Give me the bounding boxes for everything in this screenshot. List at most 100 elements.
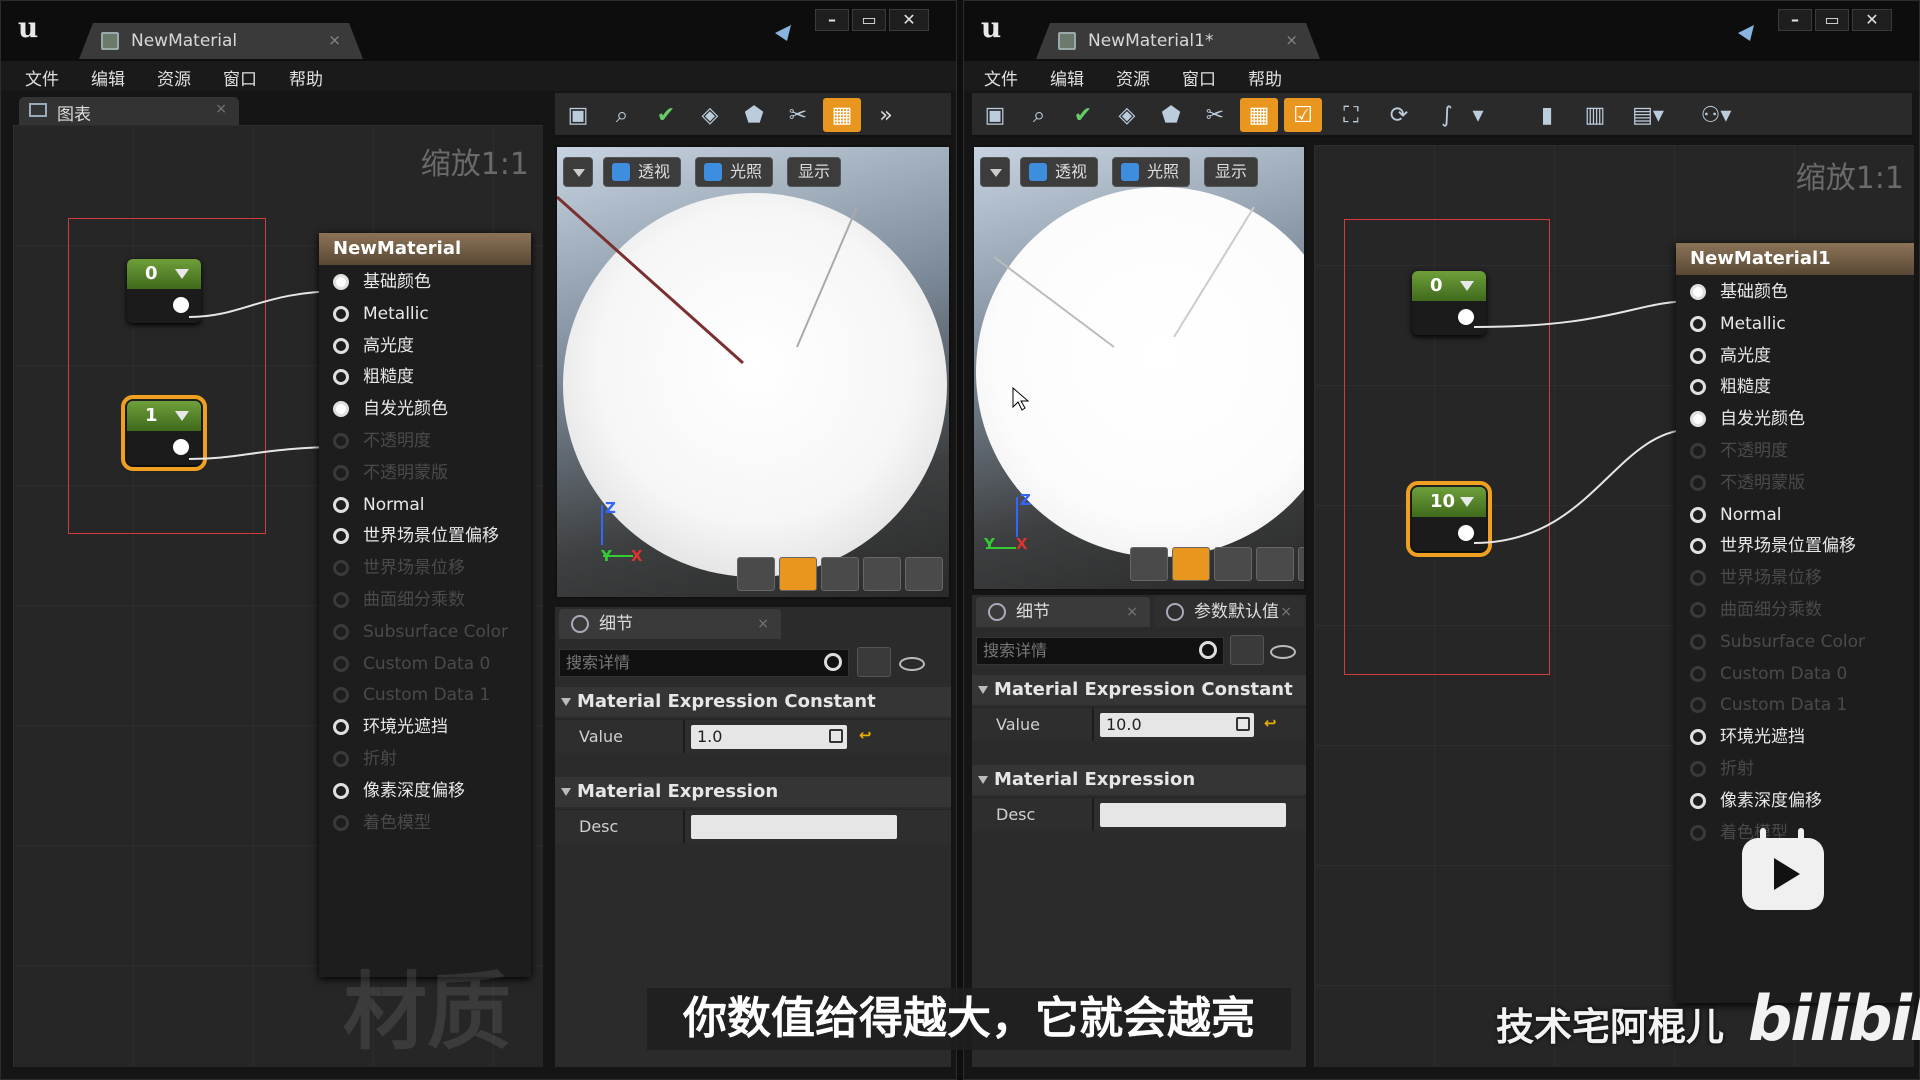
constant-node-0[interactable]: 0 <box>127 259 201 323</box>
column-divider[interactable] <box>1092 798 1094 831</box>
reset-to-default-icon[interactable]: ↩ <box>1264 714 1277 732</box>
minimize-button[interactable]: – <box>815 9 849 31</box>
material-input-pin[interactable]: 像素深度偏移 <box>1690 788 1822 814</box>
output-pin[interactable] <box>1458 309 1474 325</box>
sphere-shape-button[interactable] <box>1172 547 1210 581</box>
value-input[interactable]: 10.0 <box>1100 713 1254 737</box>
pin-circle-icon[interactable] <box>333 369 349 386</box>
live-update-button[interactable]: ⟳ <box>1380 98 1418 132</box>
eye-icon[interactable] <box>899 657 925 671</box>
material-input-pin[interactable]: 自发光颜色 <box>1690 406 1805 432</box>
parameter-tab-close-icon[interactable]: × <box>1280 597 1292 627</box>
mesh-shape-button[interactable] <box>905 557 943 591</box>
document-tab[interactable]: NewMaterial × <box>79 23 363 59</box>
document-tab[interactable]: NewMaterial1* × <box>1036 23 1320 59</box>
pin-circle-icon[interactable] <box>333 687 349 704</box>
output-pin[interactable] <box>173 439 189 455</box>
pin-circle-icon[interactable] <box>333 528 349 545</box>
menu-window[interactable]: 窗口 <box>1182 65 1216 90</box>
menu-asset[interactable]: 资源 <box>157 65 191 90</box>
home-button[interactable]: ⬟ <box>735 98 773 132</box>
section-material-expression-constant[interactable]: Material Expression Constant <box>972 675 1306 705</box>
pin-circle-icon[interactable] <box>1690 284 1706 300</box>
apply-button[interactable]: ✔ <box>647 98 685 132</box>
sphere-shape-button[interactable] <box>779 557 817 591</box>
material-input-pin[interactable]: 着色模型 <box>333 810 431 836</box>
tab-close-icon[interactable]: × <box>328 31 341 49</box>
chevron-down-icon[interactable] <box>1460 281 1474 291</box>
stats-button[interactable]: ▦ <box>823 98 861 132</box>
material-input-pin[interactable]: 环境光遮挡 <box>333 714 448 740</box>
material-input-pin[interactable]: Normal <box>333 492 425 518</box>
platform-stats-button[interactable]: ▮ <box>1528 98 1566 132</box>
details-tab-close-icon[interactable]: × <box>757 609 769 639</box>
column-divider[interactable] <box>1092 708 1094 741</box>
pin-circle-icon[interactable] <box>333 814 349 831</box>
material-input-pin[interactable]: 环境光遮挡 <box>1690 724 1805 750</box>
material-input-pin[interactable]: 世界场景位移 <box>333 555 465 581</box>
tab-details[interactable]: 细节 × <box>559 609 781 639</box>
tab-details[interactable]: 细节 × <box>976 597 1150 627</box>
material-input-pin[interactable]: 不透明蒙版 <box>333 460 448 486</box>
pin-circle-icon[interactable] <box>1690 761 1706 777</box>
eye-icon[interactable] <box>1270 645 1296 659</box>
material-result-node[interactable]: NewMaterial 基础颜色 Metallic 高光度 粗糙度 自发光颜色 不透明度不… <box>319 233 531 977</box>
pin-circle-icon[interactable] <box>333 337 349 354</box>
reset-to-default-icon[interactable]: ↩ <box>859 726 872 744</box>
desc-input[interactable] <box>1100 803 1286 827</box>
pin-circle-icon[interactable] <box>333 655 349 672</box>
pin-circle-icon[interactable] <box>1690 347 1706 364</box>
material-input-pin[interactable]: 像素深度偏移 <box>333 778 465 804</box>
material-input-pin[interactable]: 世界场景位移 <box>1690 565 1822 591</box>
pin-circle-icon[interactable] <box>1690 411 1706 428</box>
value-input[interactable]: 1.0 <box>691 725 847 749</box>
material-input-pin[interactable]: 粗糙度 <box>333 364 414 390</box>
clean-button[interactable]: ✂ <box>779 98 817 132</box>
property-matrix-button[interactable] <box>857 647 891 677</box>
pin-circle-icon[interactable] <box>1690 792 1706 809</box>
material-input-pin[interactable]: 折射 <box>333 746 397 772</box>
material-graph[interactable]: 缩放1:1 0 10 NewMaterial1 基础颜色 Metallic 高光度粗… <box>1314 145 1914 1067</box>
material-input-pin[interactable]: 基础颜色 <box>333 269 431 295</box>
output-pin[interactable] <box>173 297 189 313</box>
live-preview-button[interactable]: ☑ <box>1284 98 1322 132</box>
pin-circle-icon[interactable] <box>1690 379 1706 396</box>
menu-edit[interactable]: 编辑 <box>1050 65 1084 90</box>
output-pin[interactable] <box>1458 525 1474 541</box>
pin-circle-icon[interactable] <box>1690 602 1706 618</box>
live-nodes-button[interactable]: ⛶ <box>1332 98 1370 132</box>
graph-tab-close-icon[interactable]: × <box>215 101 227 117</box>
material-graph[interactable]: 缩放1:1 0 1 NewMaterial 基础颜色 Metallic 高光度 粗糙度… <box>13 125 543 1067</box>
play-icon[interactable] <box>1742 828 1824 910</box>
pin-circle-icon[interactable] <box>1690 538 1706 555</box>
home-button[interactable]: ⬟ <box>1152 98 1190 132</box>
menu-window[interactable]: 窗口 <box>223 65 257 90</box>
spin-icon[interactable] <box>1236 717 1250 731</box>
search-details-input[interactable]: 搜索详情 <box>559 649 849 677</box>
material-input-pin[interactable]: Custom Data 1 <box>333 682 490 708</box>
preview-mode-dropdown[interactable]: ▤▾ <box>1624 98 1672 132</box>
pin-circle-icon[interactable] <box>333 305 349 322</box>
material-input-pin[interactable]: Custom Data 0 <box>333 651 490 677</box>
save-button[interactable]: ▣ <box>559 98 597 132</box>
material-input-pin[interactable]: Subsurface Color <box>1690 629 1865 655</box>
clean-button[interactable]: ✂ <box>1196 98 1234 132</box>
pin-circle-icon[interactable] <box>333 592 349 608</box>
pin-window-icon[interactable] <box>773 23 795 43</box>
material-input-pin[interactable]: 基础颜色 <box>1690 279 1788 305</box>
mobile-stats-button[interactable]: ▥ <box>1576 98 1614 132</box>
find-button[interactable]: ⌕ <box>1020 98 1058 132</box>
cylinder-shape-button[interactable] <box>1130 547 1168 581</box>
connectors-dropdown[interactable]: ▾ <box>1466 98 1490 132</box>
material-input-pin[interactable]: 粗糙度 <box>1690 374 1771 400</box>
constant-node-1[interactable]: 1 <box>121 395 207 471</box>
pin-circle-icon[interactable] <box>333 274 349 290</box>
material-input-pin[interactable]: Subsurface Color <box>333 619 508 645</box>
desc-input[interactable] <box>691 815 897 839</box>
menu-help[interactable]: 帮助 <box>1248 65 1282 90</box>
preview-viewport[interactable]: 透视 光照 显示 Y X Z <box>972 145 1306 591</box>
cube-shape-button[interactable] <box>1256 547 1294 581</box>
material-input-pin[interactable]: 不透明度 <box>333 428 431 454</box>
pin-circle-icon[interactable] <box>333 433 349 449</box>
material-input-pin[interactable]: 不透明度 <box>1690 438 1788 464</box>
